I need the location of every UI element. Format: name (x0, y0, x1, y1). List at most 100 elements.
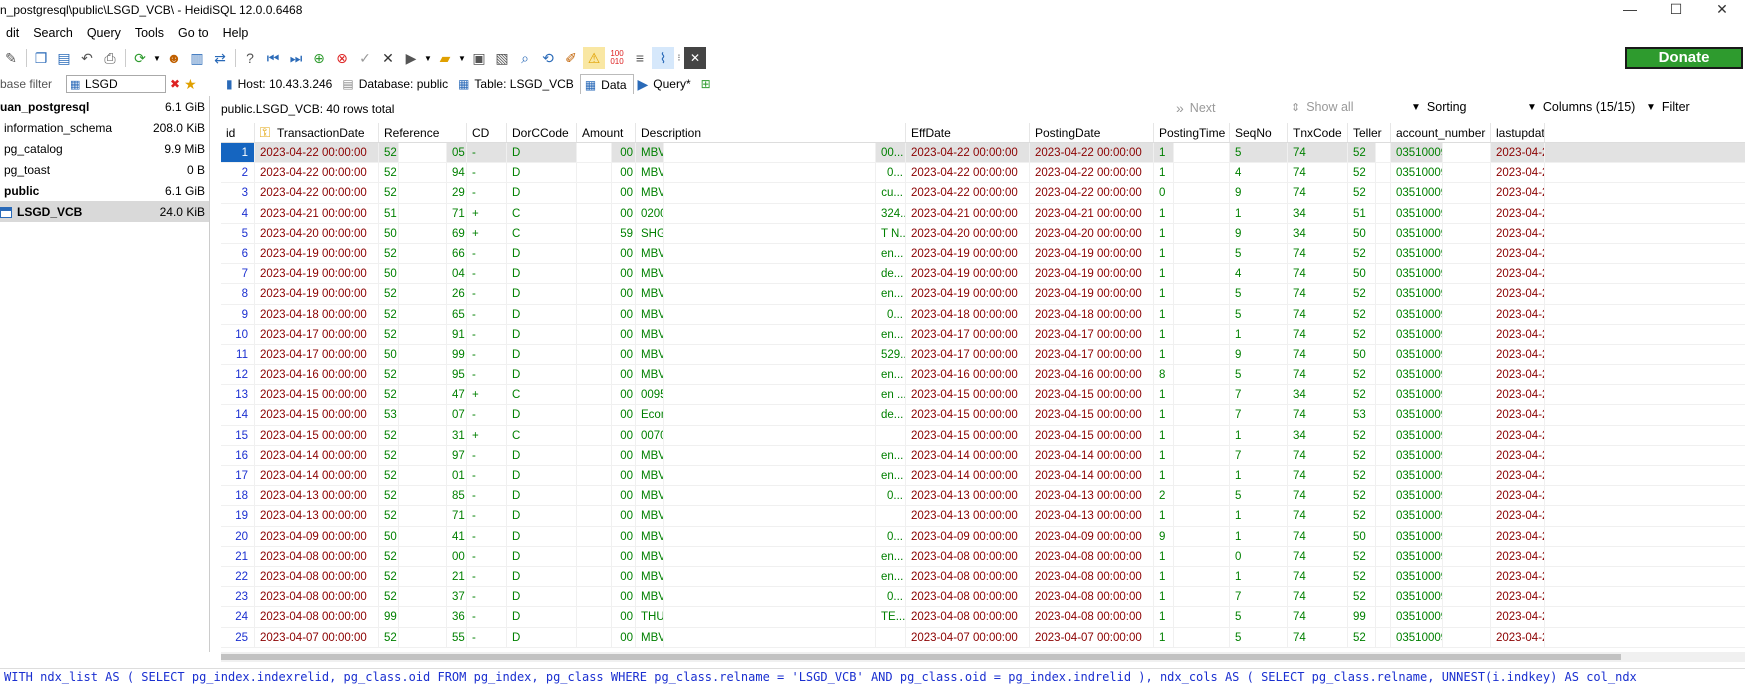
table-cell[interactable]: 2023-04-08 00:00:00 (1030, 566, 1154, 587)
table-cell[interactable]: 2023-04-19 00:00:00 (906, 284, 1030, 304)
tab-query[interactable]: ▶ Query* (634, 74, 697, 94)
table-cell[interactable]: 52 (379, 466, 399, 486)
table-cell[interactable]: 03510009 (1391, 405, 1443, 425)
table-row[interactable]: 10 2023-04-17 00:00:00 52 91- D 00 MBV en... 202… (221, 324, 1745, 345)
column-header-reference[interactable]: Reference (379, 123, 467, 142)
table-cell[interactable]: 0... (876, 587, 906, 607)
table-cell[interactable]: 2023-04-25 (1491, 264, 1545, 284)
table-cell[interactable]: en... (876, 243, 906, 264)
donate-button[interactable]: Donate (1625, 47, 1743, 69)
table-cell[interactable]: 2023-04-17 00:00:00 (255, 324, 379, 344)
table-cell[interactable]: 2023-04-14 00:00:00 (255, 445, 379, 465)
table-cell[interactable]: 00 (612, 284, 636, 304)
table-cell[interactable]: 03510009 (1391, 587, 1443, 607)
table-cell[interactable]: D (507, 546, 577, 566)
table-cell[interactable]: - (467, 143, 507, 163)
table-cell[interactable]: - (467, 264, 507, 284)
table-cell[interactable]: MBV (636, 243, 664, 264)
table-cell[interactable]: 1 (1154, 344, 1174, 365)
table-cell[interactable]: 2023-04-25 (1491, 466, 1545, 486)
table-cell[interactable]: 55 (447, 627, 467, 647)
table-cell[interactable]: 52 (379, 587, 399, 607)
table-cell[interactable]: 00 (612, 506, 636, 526)
table-cell[interactable]: 34 (1288, 425, 1348, 445)
table-cell[interactable]: 74 (1288, 243, 1348, 264)
table-cell[interactable]: 2023-04-18 00:00:00 (906, 304, 1030, 324)
table-cell[interactable]: 2023-04-21 00:00:00 (1030, 203, 1154, 223)
table-cell[interactable]: 99 (447, 344, 467, 365)
star-icon[interactable]: ★ (184, 76, 197, 93)
tree-item-pg-toast[interactable]: pg_toast 0 B (0, 159, 209, 180)
table-cell[interactable]: 2023-04-13 00:00:00 (255, 506, 379, 526)
table-cell[interactable]: MBV (636, 143, 664, 163)
table-cell[interactable]: 9 (1154, 526, 1174, 546)
table-cell[interactable]: 50 (1348, 526, 1376, 546)
table-row[interactable]: 132023-04-15 00:00:005247+C000095en ...2… (221, 385, 1745, 406)
run-icon[interactable]: ▶ (400, 47, 422, 69)
table-cell[interactable]: 03510009 (1391, 627, 1443, 647)
transfer-icon[interactable]: ⇄ (209, 47, 231, 69)
table-cell[interactable]: MBV (636, 445, 664, 465)
table-cell[interactable]: 9 (1230, 183, 1288, 203)
close-tab-icon[interactable]: ✕ (684, 47, 706, 69)
table-cell[interactable]: 03510009 (1391, 466, 1443, 486)
table-cell[interactable]: 20 (221, 526, 255, 546)
table-cell[interactable]: 2023-04-08 00:00:00 (906, 587, 1030, 607)
table-cell[interactable]: 2023-04-13 00:00:00 (906, 486, 1030, 506)
table-cell[interactable]: 52 (1348, 506, 1376, 526)
table-cell[interactable]: 2023-04-08 00:00:00 (906, 546, 1030, 566)
table-cell[interactable]: 52 (379, 304, 399, 324)
table-row[interactable]: 112023-04-17 00:00:005099-D00MBV529...20… (221, 344, 1745, 366)
column-header-description[interactable]: Description (636, 123, 906, 142)
table-cell[interactable]: 03510009 (1391, 304, 1443, 324)
table-cell[interactable]: 53 (1348, 405, 1376, 425)
table-cell[interactable]: 21 (447, 566, 467, 587)
table-cell[interactable]: MBV (636, 284, 664, 304)
table-cell[interactable]: MBV (636, 344, 664, 365)
table-cell[interactable]: MBV (636, 627, 664, 647)
table-cell[interactable]: 74 (1288, 546, 1348, 566)
table-cell[interactable]: 52 (1348, 445, 1376, 465)
table-cell[interactable]: 03510009 (1391, 203, 1443, 223)
table-row[interactable]: 22 2023-04-08 00:00:00 52 21- D 00 MBV en... 202… (221, 566, 1745, 588)
table-cell[interactable]: en... (876, 466, 906, 486)
table-cell[interactable]: 52 (1348, 324, 1376, 344)
table-cell[interactable]: 04 (447, 264, 467, 284)
table-cell[interactable]: 52 (379, 385, 399, 405)
table-cell[interactable]: 2023-04-15 00:00:00 (255, 405, 379, 425)
table-cell[interactable]: - (467, 405, 507, 425)
table-cell[interactable]: 1 (1230, 526, 1288, 546)
table-cell[interactable]: D (507, 627, 577, 647)
table-row[interactable]: 23 2023-04-08 00:00:00 52 37- D 00 MBV 0... 2023… (221, 587, 1745, 608)
table-cell[interactable]: 2023-04-16 00:00:00 (906, 365, 1030, 385)
table-cell[interactable]: 1 (1230, 203, 1288, 223)
table-cell[interactable]: D (507, 365, 577, 385)
table-cell[interactable]: 50 (1348, 223, 1376, 243)
maximize-button[interactable]: ☐ (1653, 0, 1699, 20)
table-cell[interactable]: 71 (447, 506, 467, 526)
table-cell[interactable]: 29 (447, 183, 467, 203)
table-cell[interactable]: 1 (1154, 546, 1174, 566)
table-cell[interactable]: 00 (612, 163, 636, 183)
table-cell[interactable]: 2023-04-15 00:00:00 (1030, 425, 1154, 445)
table-cell[interactable]: 52 (1348, 466, 1376, 486)
column-header-lastupdate[interactable]: lastupdate (1491, 123, 1545, 142)
table-cell[interactable]: 71 (447, 203, 467, 223)
tree-item-public[interactable]: public 6.1 GiB (0, 180, 209, 201)
table-cell[interactable]: 2023-04-25 (1491, 183, 1545, 203)
table-cell[interactable]: 1 (1230, 324, 1288, 344)
save-as-icon[interactable]: ▧ (491, 47, 513, 69)
menu-query[interactable]: Query (81, 24, 129, 42)
table-cell[interactable]: 2023-04-08 00:00:00 (1030, 546, 1154, 566)
table-row[interactable]: 25 2023-04-07 00:00:00 52 55- D 00 MBV 2023-04-… (221, 627, 1745, 648)
column-header-effdate[interactable]: EffDate (906, 123, 1030, 142)
table-cell[interactable]: 74 (1288, 506, 1348, 526)
table-cell[interactable]: 1 (1154, 405, 1174, 425)
table-cell[interactable]: 52 (1348, 163, 1376, 183)
table-row[interactable]: 142023-04-15 00:00:005307-D00Ecomde...20… (221, 405, 1745, 426)
table-cell[interactable]: 74 (1288, 466, 1348, 486)
table-cell[interactable]: D (507, 405, 577, 425)
table-cell[interactable]: en ... (876, 385, 906, 405)
table-cell[interactable]: 2023-04-15 00:00:00 (906, 425, 1030, 445)
table-cell[interactable]: 1 (1154, 203, 1174, 223)
